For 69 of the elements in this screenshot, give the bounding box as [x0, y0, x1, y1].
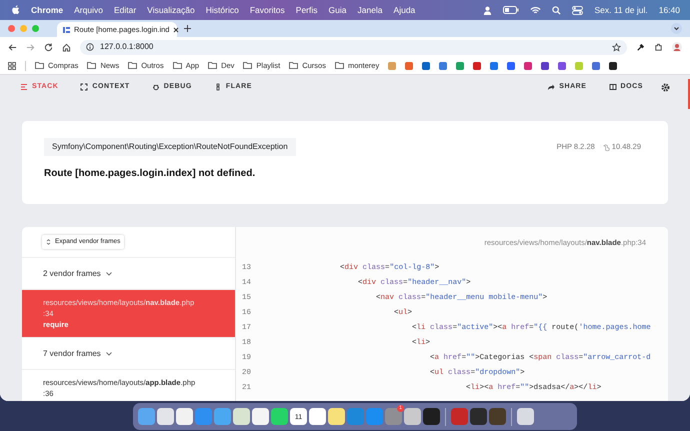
brackets-icon — [80, 83, 88, 91]
menu-item[interactable]: Perfis — [296, 4, 318, 16]
close-window-button[interactable] — [8, 25, 15, 32]
menu-item[interactable]: Ajuda — [394, 4, 416, 16]
menu-item[interactable]: Guia — [328, 4, 346, 16]
folder-icon — [334, 62, 344, 69]
close-icon[interactable] — [173, 26, 180, 32]
menu-item[interactable]: Arquivo — [74, 4, 103, 16]
menu-item[interactable]: Janela — [357, 4, 383, 16]
toggles-icon[interactable] — [572, 6, 584, 14]
back-icon[interactable] — [8, 42, 17, 52]
menu-item[interactable]: Histórico — [206, 4, 239, 16]
tab-search-icon[interactable] — [671, 23, 682, 34]
site-favicon-icon — [63, 26, 70, 32]
settings-icon[interactable] — [661, 82, 670, 92]
vendor-frames-label: 2 vendor frames — [43, 268, 101, 280]
url-text: 127.0.0.1:8000 — [100, 41, 154, 53]
info-icon[interactable] — [86, 43, 94, 51]
menu-item[interactable]: Visualização — [147, 4, 195, 16]
menu-item[interactable]: Favoritos — [250, 4, 285, 16]
menu-bar-date: Sex. 11 de jul. — [594, 4, 648, 16]
folder-icon — [289, 62, 298, 69]
app-icon[interactable] — [271, 408, 288, 425]
chevron-down-icon — [106, 272, 112, 276]
apple-icon[interactable] — [10, 4, 20, 16]
folder-icon — [87, 62, 96, 69]
wifi-icon[interactable] — [530, 6, 542, 14]
menu-bar-time: 16:40 — [658, 4, 680, 16]
reload-icon[interactable] — [44, 42, 53, 52]
person-icon[interactable] — [483, 6, 492, 14]
exception-message: Route [home.pages.login.index] not defined. — [44, 167, 256, 181]
app-menu[interactable]: Chrome — [31, 4, 64, 16]
folder-icon — [243, 62, 252, 69]
app-icon[interactable] — [328, 408, 345, 425]
app-icon[interactable] — [176, 408, 193, 425]
list-icon — [20, 83, 28, 91]
search-icon[interactable] — [552, 6, 562, 14]
new-tab-icon[interactable] — [184, 25, 191, 32]
app-icon[interactable] — [404, 408, 421, 425]
chevrons-icon — [46, 239, 51, 245]
address-bar[interactable]: 127.0.0.1:8000 — [80, 40, 627, 54]
battery-icon[interactable] — [503, 6, 520, 14]
app-icon[interactable] — [157, 408, 174, 425]
puzzle-icon[interactable] — [654, 42, 663, 52]
apps-grid-icon[interactable] — [8, 62, 16, 70]
folder-icon — [128, 62, 138, 69]
exception-class: Symfony\Component\Routing\Exception\RouteNotFoundException — [44, 138, 296, 156]
app-icon[interactable] — [233, 408, 250, 425]
folder-icon — [172, 62, 182, 69]
scroll-indicator — [688, 79, 690, 109]
folder-icon — [35, 62, 44, 69]
eyedropper-icon[interactable] — [636, 42, 645, 52]
app-icon[interactable] — [309, 408, 326, 425]
app-icon[interactable] — [423, 408, 440, 425]
menu-item[interactable]: Editar — [114, 4, 136, 16]
app-icon[interactable] — [489, 408, 506, 425]
book-icon — [608, 83, 617, 91]
app-icon[interactable] — [517, 408, 534, 425]
bookmark-star-icon[interactable] — [612, 42, 621, 52]
vendor-frames-label: 7 vendor frames — [43, 348, 101, 360]
bug-icon — [152, 83, 160, 91]
folder-icon — [208, 62, 218, 69]
profile-avatar[interactable] — [672, 42, 682, 52]
home-icon[interactable] — [62, 42, 71, 52]
forward-icon[interactable] — [26, 42, 35, 52]
app-icon[interactable] — [252, 408, 269, 425]
share-arrow-icon — [547, 83, 556, 91]
chevron-down-icon — [106, 352, 112, 356]
app-icon[interactable] — [470, 408, 487, 425]
